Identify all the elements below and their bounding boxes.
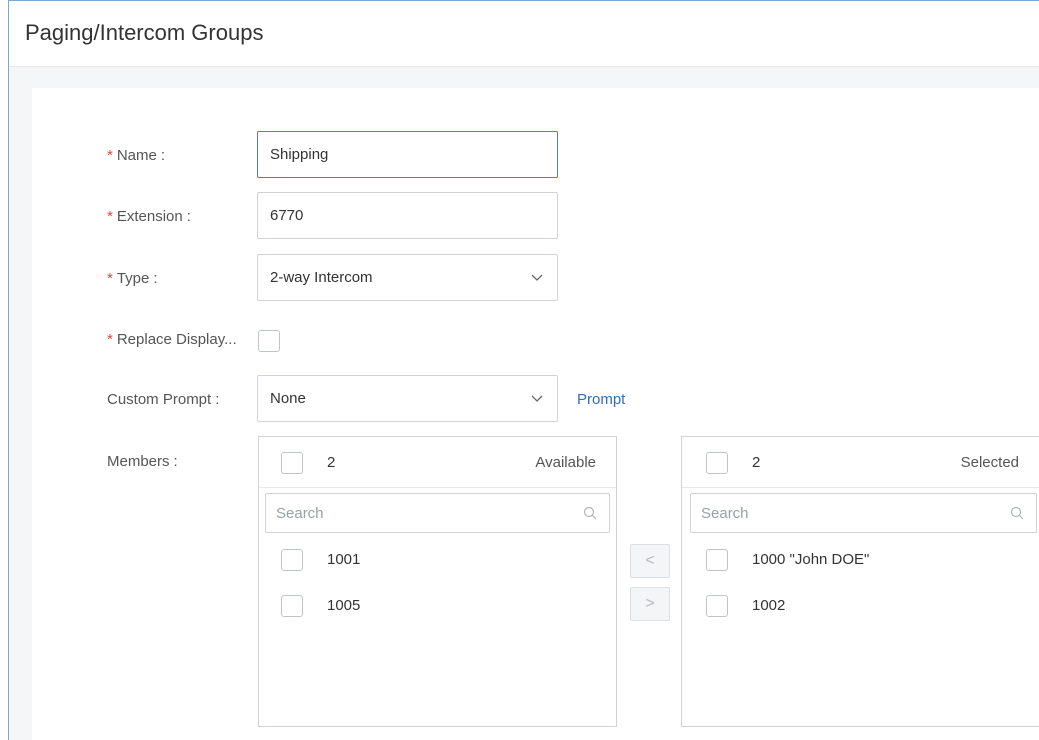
move-right-button[interactable]: > <box>630 587 670 621</box>
move-left-button[interactable]: < <box>630 544 670 578</box>
name-label: * Name: <box>107 147 166 164</box>
replace-display-checkbox[interactable] <box>258 330 280 352</box>
type-label: * Type: <box>107 270 158 287</box>
item-label: 1001 <box>327 551 361 568</box>
required-mark: * <box>107 331 113 348</box>
chevron-down-icon <box>531 274 543 281</box>
name-input[interactable]: Shipping <box>257 131 558 178</box>
item-checkbox[interactable] <box>281 595 303 617</box>
selected-title: Selected <box>960 454 1019 471</box>
available-count: 2 <box>327 454 336 471</box>
available-title: Available <box>535 454 596 471</box>
item-checkbox[interactable] <box>706 549 728 571</box>
extension-input[interactable]: 6770 <box>257 192 558 239</box>
required-mark: * <box>107 147 113 164</box>
selected-select-all-checkbox[interactable] <box>706 452 728 474</box>
item-label: 1005 <box>327 597 361 614</box>
item-label: 1000 "John DOE" <box>752 551 870 568</box>
selected-count: 2 <box>752 454 761 471</box>
selected-search-input[interactable]: Search <box>690 493 1037 533</box>
search-icon <box>1010 506 1024 520</box>
page-title: Paging/Intercom Groups <box>25 20 264 45</box>
custom-prompt-label: Custom Prompt: <box>107 391 220 408</box>
item-checkbox[interactable] <box>281 549 303 571</box>
available-panel-header: 2 Available <box>259 437 616 488</box>
members-label: Members: <box>107 453 178 470</box>
chevron-down-icon <box>531 395 543 402</box>
item-label: 1002 <box>752 597 786 614</box>
available-search-input[interactable]: Search <box>265 493 610 533</box>
selected-panel-header: 2 Selected <box>682 437 1039 488</box>
required-mark: * <box>107 270 113 287</box>
extension-label: * Extension: <box>107 208 191 225</box>
type-select[interactable]: 2-way Intercom <box>257 254 558 301</box>
prompt-link[interactable]: Prompt <box>577 391 625 408</box>
selected-panel: 2 Selected Search 1000 "John DOE" 1002 <box>681 436 1039 727</box>
item-checkbox[interactable] <box>706 595 728 617</box>
custom-prompt-select[interactable]: None <box>257 375 558 422</box>
search-icon <box>583 506 597 520</box>
available-panel: 2 Available Search 1001 1005 <box>258 436 617 727</box>
required-mark: * <box>107 208 113 225</box>
page-header: Paging/Intercom Groups <box>9 1 1039 67</box>
replace-display-label: * Replace Display... <box>107 331 237 348</box>
available-select-all-checkbox[interactable] <box>281 452 303 474</box>
